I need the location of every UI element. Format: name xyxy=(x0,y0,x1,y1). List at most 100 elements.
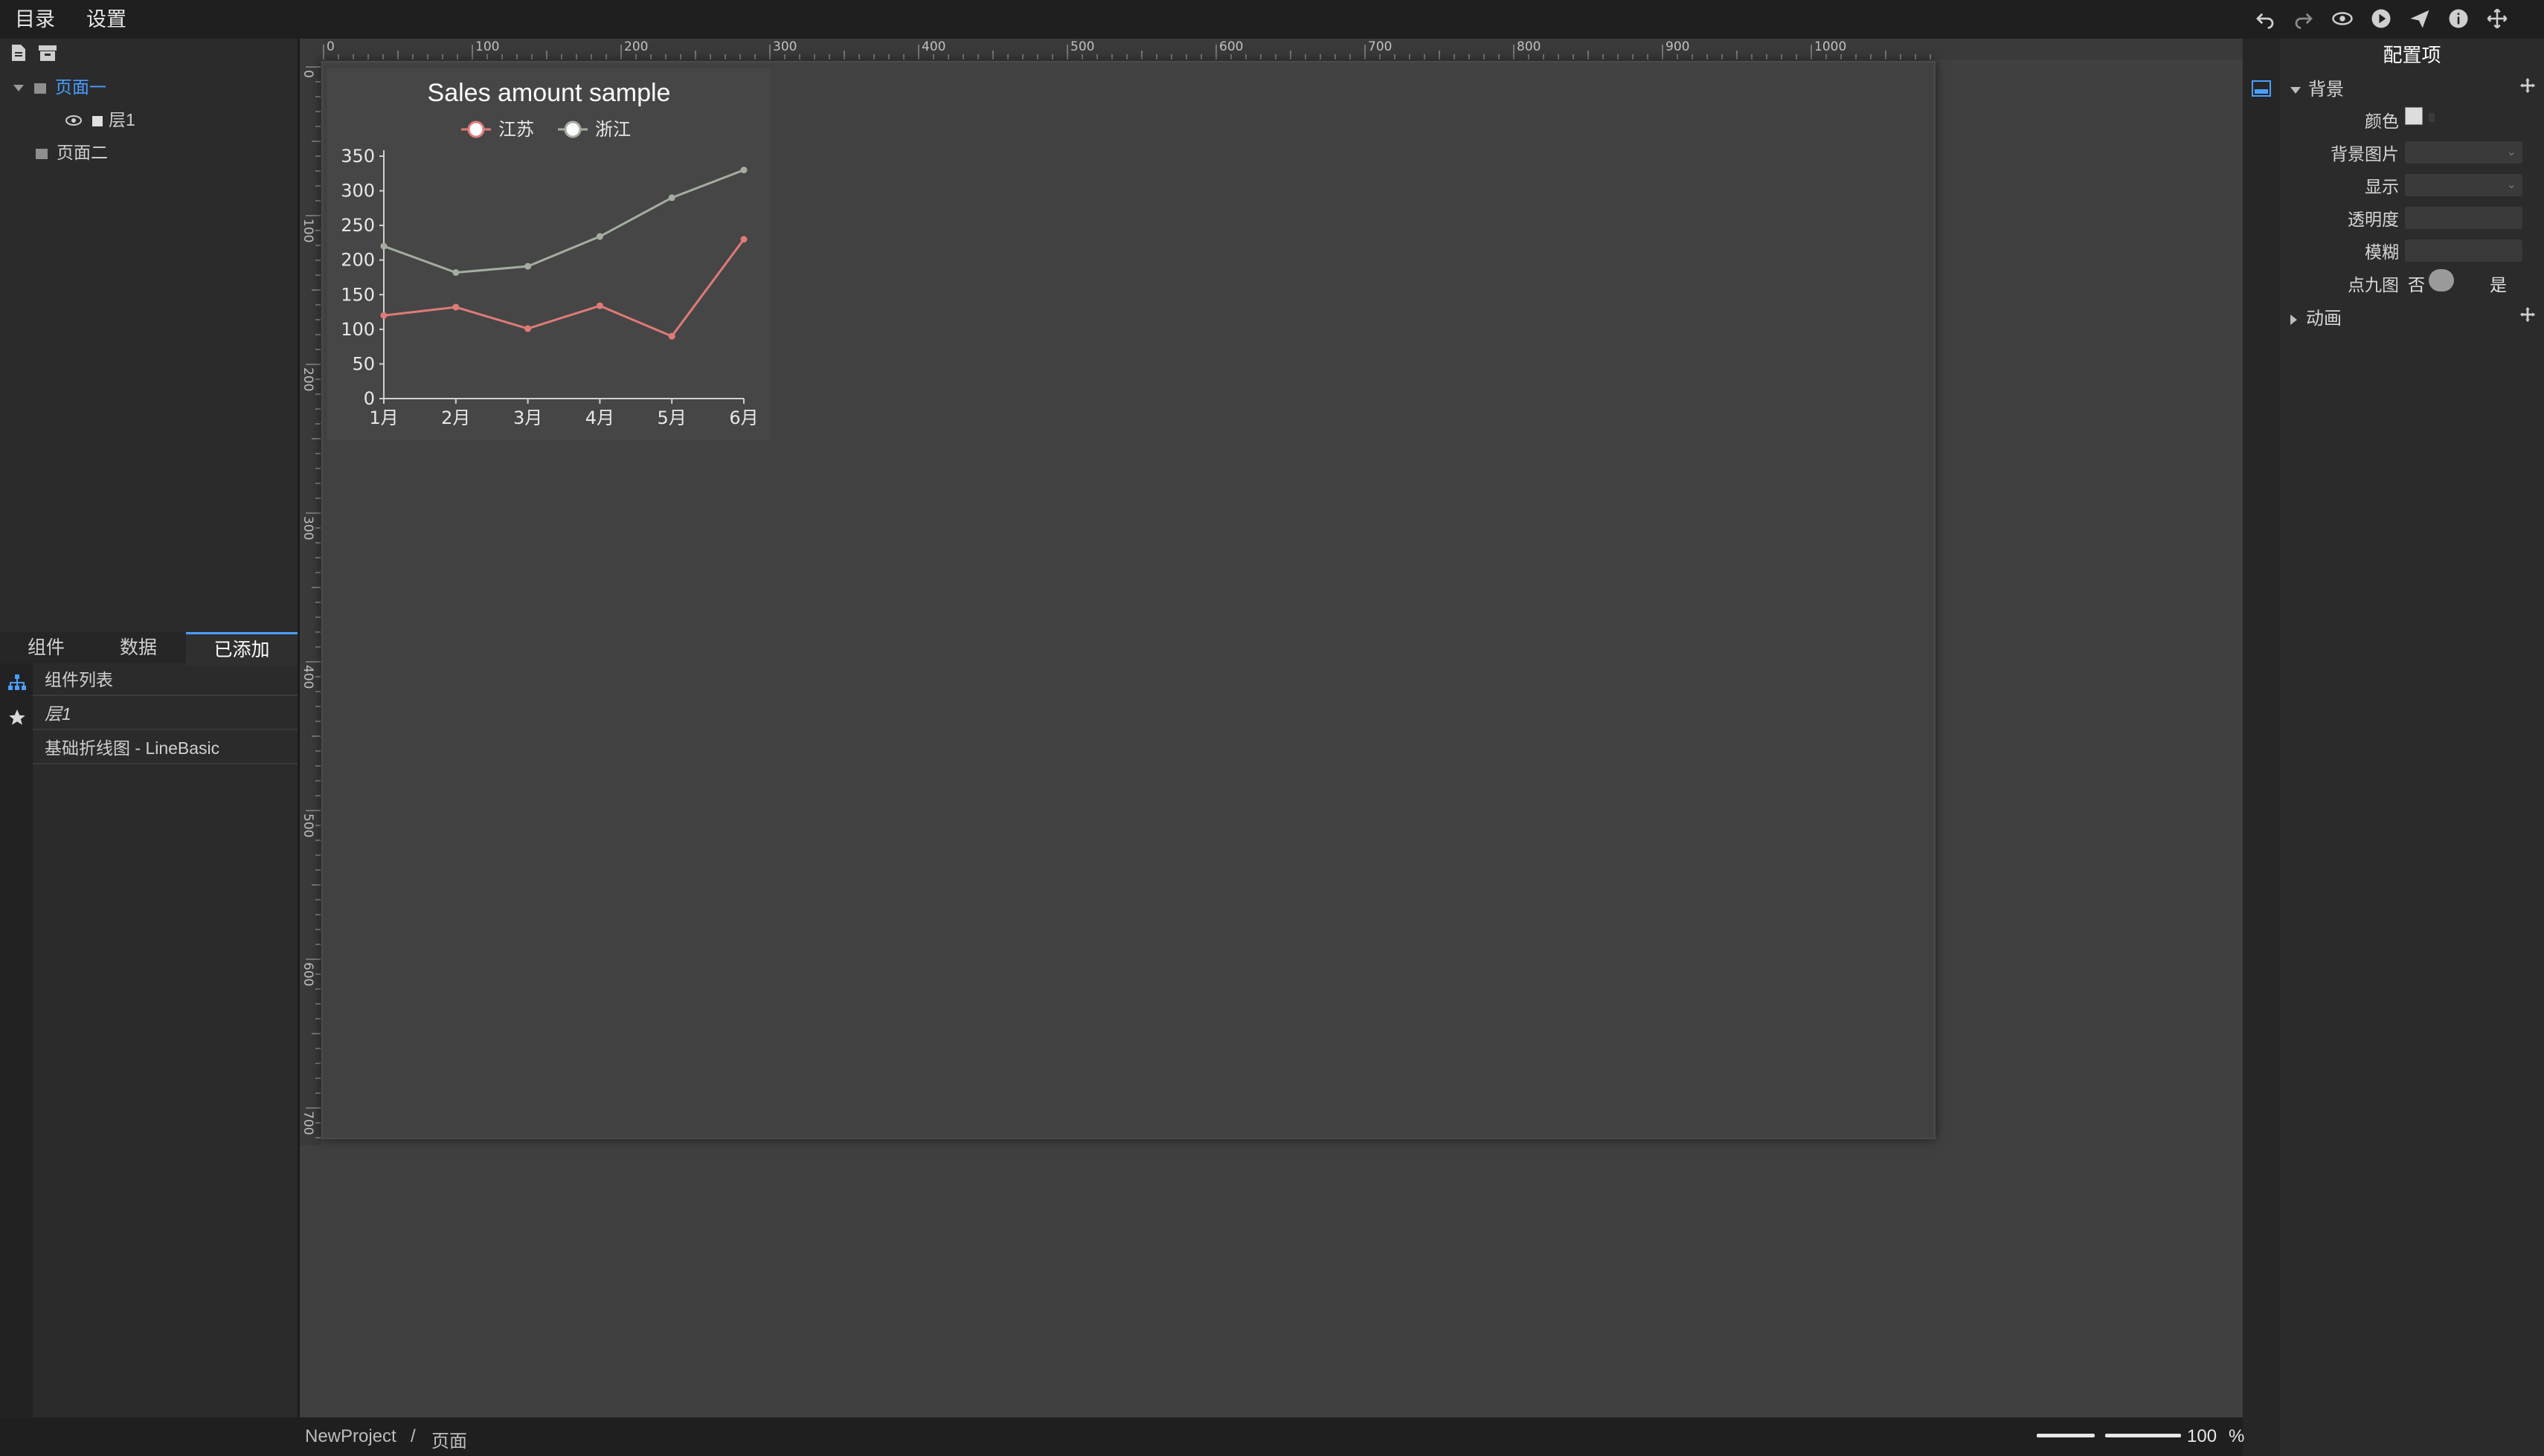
move-icon[interactable] xyxy=(2486,7,2508,30)
x-tick-label: 2月 xyxy=(441,408,470,428)
layer-square-icon xyxy=(92,115,103,126)
y-tick-label: 200 xyxy=(341,250,375,271)
ruler-top-label: 300 xyxy=(773,39,797,54)
send-icon[interactable] xyxy=(2409,7,2431,30)
x-tick-label: 6月 xyxy=(729,408,758,428)
zoom-value: 100 xyxy=(2187,1426,2217,1446)
config-title: 配置项 xyxy=(2383,44,2441,66)
chevron-down-icon: ⌄ xyxy=(2506,178,2516,191)
page-icon xyxy=(34,83,46,94)
data-point[interactable] xyxy=(596,233,603,240)
blur-input[interactable] xyxy=(2405,239,2522,262)
data-point[interactable] xyxy=(380,312,388,319)
ruler-top-label: 900 xyxy=(1666,39,1689,54)
panel-tabs: 组件 数据 已添加 xyxy=(0,632,298,666)
breadcrumb-project[interactable]: NewProject xyxy=(305,1426,396,1447)
menu-settings[interactable]: 设置 xyxy=(86,3,126,32)
tab-data[interactable]: 数据 xyxy=(92,632,184,663)
chart-series xyxy=(380,167,748,340)
x-tick-label: 5月 xyxy=(658,408,687,428)
undo-icon[interactable] xyxy=(2254,7,2276,30)
ruler-top: 0 100 200 300 400 500 600 700 800 900 1000 xyxy=(300,39,2243,59)
data-point[interactable] xyxy=(668,194,675,202)
opacity-input[interactable] xyxy=(2405,207,2522,229)
menu-catalog[interactable]: 目录 xyxy=(15,3,55,32)
data-point[interactable] xyxy=(740,167,748,174)
nine-patch-toggle[interactable] xyxy=(2429,269,2454,291)
nine-patch-no: 否 xyxy=(2408,275,2425,294)
ruler-top-label: 1000 xyxy=(1814,39,1846,54)
tree-page-2[interactable]: 页面二 xyxy=(36,138,108,164)
blur-label: 模糊 xyxy=(2365,242,2399,262)
side-icon-strip xyxy=(0,663,33,1417)
ruler-left-label: 500 xyxy=(301,814,315,837)
tree-page-2-label: 页面二 xyxy=(57,143,108,162)
breadcrumb-separator: / xyxy=(411,1426,416,1446)
eye-icon[interactable] xyxy=(2331,7,2354,30)
file-icon[interactable] xyxy=(10,43,27,66)
panel-icon[interactable] xyxy=(2252,80,2271,100)
zoom-slider[interactable] xyxy=(2105,1434,2181,1437)
data-point[interactable] xyxy=(452,268,460,276)
hierarchy-icon[interactable] xyxy=(7,674,27,695)
y-tick-label: 0 xyxy=(364,388,375,409)
y-tick-label: 150 xyxy=(341,284,375,305)
redo-icon[interactable] xyxy=(2293,7,2315,30)
component-list-header: 组件列表 xyxy=(33,663,298,696)
caret-right-icon xyxy=(2290,314,2297,325)
data-point[interactable] xyxy=(380,242,388,250)
archive-icon[interactable] xyxy=(37,43,58,66)
page-icon xyxy=(36,148,48,159)
ruler-top-label: 200 xyxy=(624,39,648,54)
line-chart-component[interactable]: Sales amount sample 江苏 浙江 0 50 100 150 200 250… xyxy=(327,68,771,440)
bg-image-select[interactable]: ⌄ xyxy=(2405,141,2522,164)
breadcrumb-page[interactable]: 页面 xyxy=(431,1426,467,1452)
list-item-linebasic[interactable]: 基础折线图 - LineBasic xyxy=(33,732,298,764)
ruler-top-label: 500 xyxy=(1070,39,1094,54)
star-icon[interactable] xyxy=(7,708,27,731)
play-icon[interactable] xyxy=(2370,7,2392,30)
data-point[interactable] xyxy=(452,303,460,311)
chart-title: Sales amount sample xyxy=(428,79,671,107)
data-point[interactable] xyxy=(524,325,532,332)
move-icon[interactable] xyxy=(2519,306,2536,326)
data-point[interactable] xyxy=(524,262,532,270)
y-tick-label: 350 xyxy=(341,146,375,167)
eye-icon[interactable] xyxy=(65,111,82,131)
ruler-left-label: 400 xyxy=(301,665,315,689)
y-tick-label: 250 xyxy=(341,215,375,236)
info-icon[interactable] xyxy=(2447,7,2470,30)
animation-section-header[interactable]: 动画 xyxy=(2290,303,2342,329)
ruler-left-label: 700 xyxy=(301,1111,315,1135)
background-section-header[interactable]: 背景 xyxy=(2290,74,2344,100)
caret-down-icon[interactable] xyxy=(13,85,24,92)
tree-page-1[interactable]: 页面一 xyxy=(13,73,106,98)
data-point[interactable] xyxy=(740,236,748,243)
series-line xyxy=(383,238,745,338)
ruler-top-label: 400 xyxy=(922,39,945,54)
display-select[interactable]: ⌄ xyxy=(2405,174,2522,196)
ruler-left-label: 0 xyxy=(301,70,315,78)
color-clear[interactable] xyxy=(2429,113,2435,122)
background-section-label: 背景 xyxy=(2308,80,2344,100)
data-point[interactable] xyxy=(668,332,675,340)
legend-label[interactable]: 江苏 xyxy=(498,119,534,140)
list-item-layer[interactable]: 层1 xyxy=(33,698,298,730)
color-picker-swatch[interactable] xyxy=(2405,107,2423,125)
line-chart: Sales amount sample 江苏 浙江 0 50 100 150 200 250… xyxy=(341,79,758,428)
zoom-out-bar[interactable] xyxy=(2037,1434,2095,1437)
tab-added[interactable]: 已添加 xyxy=(186,632,298,666)
move-icon[interactable] xyxy=(2519,77,2536,97)
tree-layer-1[interactable]: 层1 xyxy=(65,106,135,131)
data-point[interactable] xyxy=(596,302,603,309)
ruler-left-label: 600 xyxy=(301,962,315,986)
tab-components[interactable]: 组件 xyxy=(0,632,92,663)
x-tick-label: 4月 xyxy=(585,408,614,428)
animation-section-label: 动画 xyxy=(2306,309,2342,329)
y-tick-label: 50 xyxy=(352,353,375,374)
legend-label[interactable]: 浙江 xyxy=(595,119,631,140)
ruler-left-label: 200 xyxy=(301,367,315,391)
ruler-top-label: 600 xyxy=(1219,39,1243,54)
display-label: 显示 xyxy=(2365,177,2399,196)
ruler-top-label: 700 xyxy=(1368,39,1392,54)
